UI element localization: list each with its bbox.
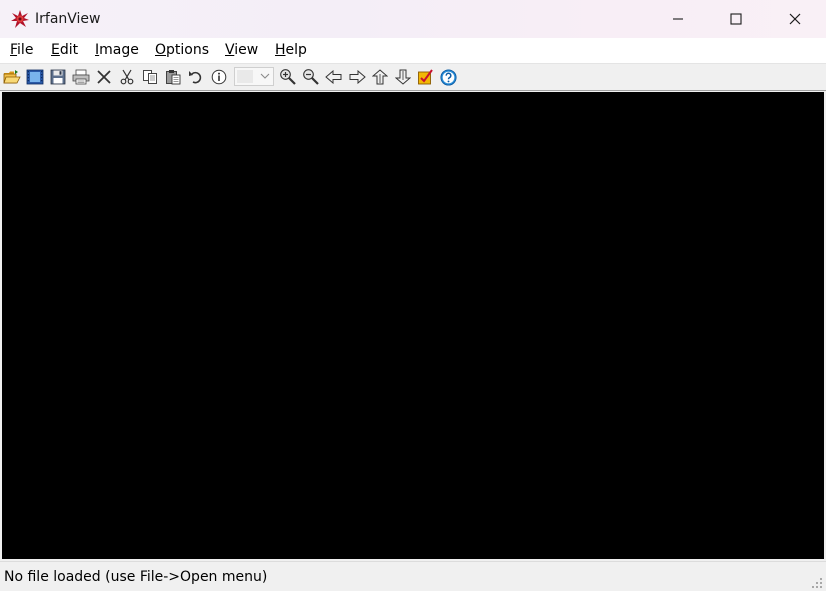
menu-edit[interactable]: Edit [51, 42, 78, 59]
minimize-button[interactable] [649, 0, 707, 38]
window-title: IrfanView [35, 11, 101, 27]
zoom-in-icon [280, 69, 296, 85]
menu-options-accel: O [155, 42, 167, 58]
menu-bar: File Edit Image Options View Help [0, 38, 826, 64]
irfanview-window: IrfanView File Edit Image Options View H… [0, 0, 826, 591]
toolbar [0, 64, 826, 91]
help-button[interactable] [438, 67, 458, 87]
cut-icon [120, 69, 134, 85]
paint-button[interactable] [415, 67, 435, 87]
menu-help-label: elp [285, 42, 307, 58]
chevron-down-icon [260, 73, 270, 79]
menu-help[interactable]: Help [275, 42, 307, 59]
open-button[interactable] [2, 67, 22, 87]
irfanview-app-icon[interactable] [10, 9, 30, 29]
open-folder-icon [3, 70, 21, 84]
undo-icon [189, 71, 202, 84]
info-button[interactable] [209, 67, 229, 87]
upload-icon [372, 69, 388, 85]
image-canvas[interactable] [2, 92, 824, 559]
download-icon [395, 69, 411, 85]
delete-icon [97, 70, 111, 84]
copy-button[interactable] [140, 67, 160, 87]
delete-button[interactable] [94, 67, 114, 87]
menu-view-label: iew [234, 42, 259, 58]
menu-options[interactable]: Options [155, 42, 209, 59]
undo-button[interactable] [186, 67, 206, 87]
paint-icon [418, 69, 433, 85]
close-icon [789, 13, 801, 25]
resize-grip-icon[interactable] [811, 577, 823, 589]
copy-icon [143, 70, 157, 84]
status-text: No file loaded (use File->Open menu) [4, 569, 268, 585]
zoom-in-button[interactable] [278, 67, 298, 87]
previous-button[interactable] [324, 67, 344, 87]
next-button[interactable] [347, 67, 367, 87]
save-icon [50, 69, 66, 85]
save-button[interactable] [48, 67, 68, 87]
menu-file-label: ile [17, 42, 34, 58]
slideshow-button[interactable] [25, 67, 45, 87]
minimize-icon [673, 18, 683, 20]
paste-icon [166, 70, 181, 85]
menu-view-accel: V [225, 42, 235, 58]
zoom-out-icon [303, 69, 319, 85]
print-icon [72, 69, 90, 85]
menu-image-label: mage [99, 42, 139, 58]
print-button[interactable] [71, 67, 91, 87]
zoom-combo-value [237, 70, 253, 83]
cut-button[interactable] [117, 67, 137, 87]
info-icon [211, 69, 227, 85]
paste-button[interactable] [163, 67, 183, 87]
zoom-combo[interactable] [234, 67, 274, 86]
title-bar[interactable]: IrfanView [0, 0, 826, 38]
next-icon [349, 70, 366, 84]
menu-options-label: ptions [166, 42, 210, 58]
previous-icon [325, 70, 342, 84]
menu-view[interactable]: View [225, 42, 258, 59]
menu-file[interactable]: File [10, 42, 33, 59]
menu-edit-accel: E [51, 42, 60, 58]
menu-file-accel: F [10, 42, 18, 58]
status-bar: No file loaded (use File->Open menu) [0, 561, 826, 591]
slideshow-icon [26, 69, 44, 85]
help-icon [439, 68, 457, 86]
zoom-out-button[interactable] [301, 67, 321, 87]
first-file-button[interactable] [370, 67, 390, 87]
last-file-button[interactable] [393, 67, 413, 87]
menu-image[interactable]: Image [95, 42, 139, 59]
menu-edit-label: dit [59, 42, 79, 58]
maximize-button[interactable] [707, 0, 765, 38]
menu-help-accel: H [275, 42, 286, 58]
maximize-icon [730, 13, 742, 25]
close-button[interactable] [766, 0, 824, 38]
